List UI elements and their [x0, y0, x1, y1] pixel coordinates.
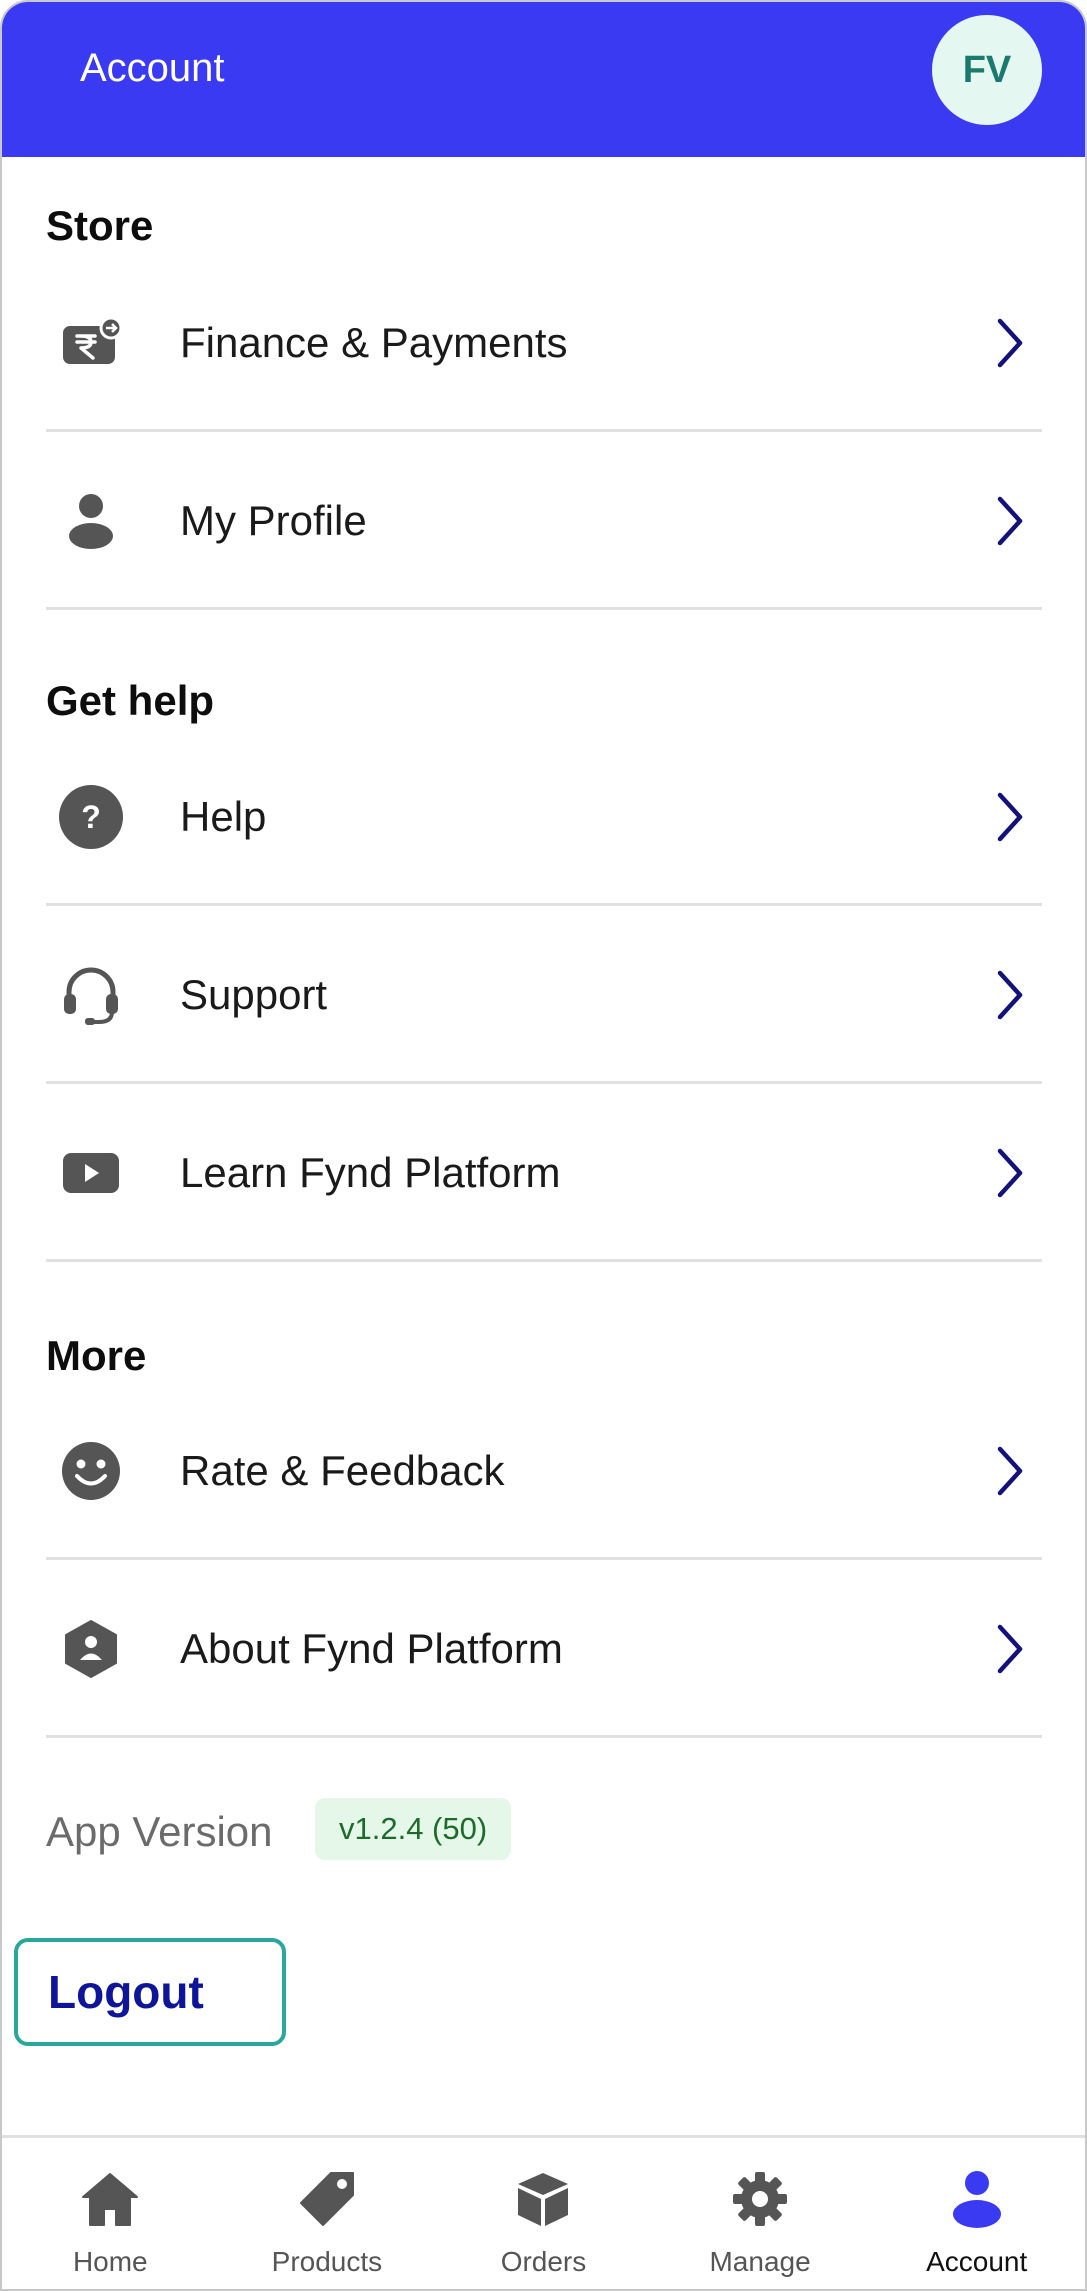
menu-item-help[interactable]: ? Help — [46, 728, 1042, 906]
chevron-right-icon — [997, 1446, 1023, 1496]
menu-item-label: About Fynd Platform — [180, 1625, 563, 1672]
menu-item-label: Support — [180, 971, 328, 1018]
chevron-right-icon — [997, 1148, 1023, 1198]
nav-item-home[interactable]: Home — [2, 2138, 219, 2289]
nav-label: Orders — [500, 2246, 587, 2277]
app-version-label: App Version — [46, 1808, 273, 1855]
menu-item-rate-feedback[interactable]: Rate & Feedback — [46, 1382, 1042, 1560]
svg-text:?: ? — [81, 799, 101, 835]
menu-item-learn-fynd-platform[interactable]: Learn Fynd Platform — [46, 1084, 1042, 1262]
chevron-right-icon — [997, 1624, 1023, 1674]
app-header: Account FV — [2, 2, 1085, 157]
video-play-icon — [58, 1140, 124, 1206]
person-icon — [58, 488, 124, 554]
menu-item-label: Finance & Payments — [180, 319, 568, 366]
tag-icon — [294, 2166, 360, 2232]
box-icon — [510, 2166, 576, 2232]
chevron-right-icon — [997, 318, 1023, 368]
nav-item-orders[interactable]: Orders — [435, 2138, 652, 2289]
menu-item-label: My Profile — [180, 497, 367, 544]
nav-label: Home — [72, 2246, 148, 2277]
question-circle-icon: ? — [58, 784, 124, 850]
menu-item-finance-payments[interactable]: Finance & Payments — [46, 254, 1042, 432]
avatar[interactable]: FV — [932, 15, 1042, 125]
account-screen: Account FV Store Finance & Payments My P… — [0, 0, 1087, 2291]
rupee-wallet-icon — [58, 310, 124, 376]
menu-item-label: Learn Fynd Platform — [180, 1149, 561, 1196]
menu-item-my-profile[interactable]: My Profile — [46, 432, 1042, 610]
page-title: Account — [80, 46, 225, 90]
menu-item-label: Help — [180, 793, 267, 840]
section-title-store: Store — [46, 202, 154, 249]
menu-item-about-fynd-platform[interactable]: About Fynd Platform — [46, 1560, 1042, 1738]
chevron-right-icon — [997, 496, 1023, 546]
chevron-right-icon — [997, 970, 1023, 1020]
nav-label: Account — [926, 2246, 1028, 2277]
section-title-more: More — [46, 1332, 147, 1379]
section-title-get-help: Get help — [46, 677, 215, 724]
logout-button[interactable]: Logout — [14, 1938, 286, 2046]
nav-item-products[interactable]: Products — [219, 2138, 436, 2289]
nav-label: Manage — [709, 2246, 811, 2277]
chevron-right-icon — [997, 792, 1023, 842]
menu-item-label: Rate & Feedback — [180, 1447, 505, 1494]
person-icon — [944, 2166, 1010, 2232]
nav-item-account[interactable]: Account — [868, 2138, 1085, 2289]
gear-icon — [727, 2166, 793, 2232]
smiley-icon — [58, 1438, 124, 1504]
headset-icon — [58, 962, 124, 1028]
menu-item-support[interactable]: Support — [46, 906, 1042, 1084]
bottom-nav: Home Products Orders Manage Account — [2, 2135, 1085, 2289]
home-icon — [77, 2166, 143, 2232]
nav-label: Products — [271, 2246, 383, 2277]
hexagon-person-icon — [58, 1616, 124, 1682]
app-version-badge: v1.2.4 (50) — [315, 1798, 512, 1860]
nav-item-manage[interactable]: Manage — [652, 2138, 869, 2289]
